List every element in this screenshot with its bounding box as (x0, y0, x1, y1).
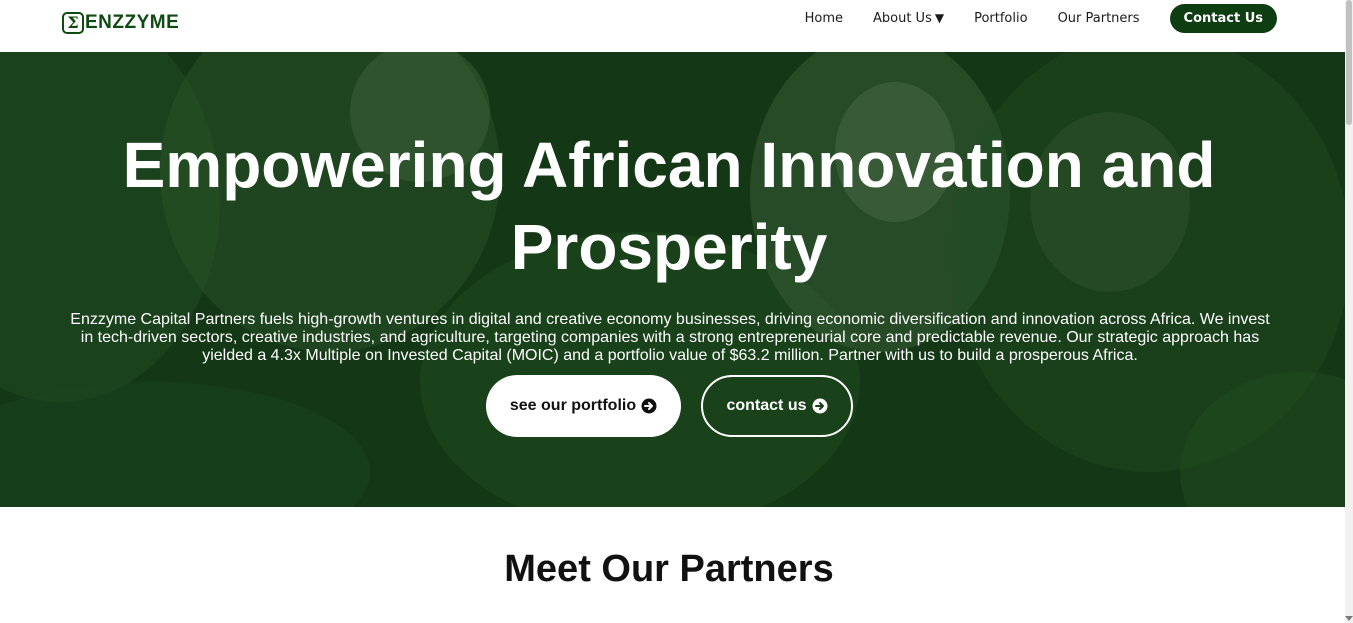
contact-us-button[interactable]: contact us (701, 375, 853, 437)
arrow-circle-right-icon (641, 398, 657, 414)
page: Σ ENZZYME Home About Us ▼ Portfolio Our P… (0, 0, 1353, 623)
nav-home-link[interactable]: Home (805, 11, 843, 26)
page-scrollbar[interactable] (1345, 0, 1353, 623)
scroll-down-arrow-icon[interactable] (1345, 616, 1353, 621)
nav-portfolio-link[interactable]: Portfolio (974, 11, 1027, 26)
nav-contact-button[interactable]: Contact Us (1169, 4, 1277, 33)
main-nav: Home About Us ▼ Portfolio Our Partners Co… (775, 4, 1277, 33)
contact-us-label: contact us (726, 397, 807, 414)
nav-partners-link[interactable]: Our Partners (1058, 11, 1140, 26)
see-portfolio-button[interactable]: see our portfolio (486, 375, 681, 437)
caret-down-icon: ▼ (934, 11, 945, 25)
scrollbar-thumb[interactable] (1346, 0, 1352, 125)
nav-about-label: About Us (872, 11, 932, 26)
site-header: Σ ENZZYME Home About Us ▼ Portfolio Our P… (0, 0, 1345, 52)
sigma-logo-icon: Σ (62, 12, 84, 34)
hero-description: Enzzyme Capital Partners fuels high-grow… (70, 311, 1270, 364)
arrow-circle-right-icon (812, 398, 827, 414)
logo[interactable]: Σ ENZZYME (62, 10, 179, 36)
hero-section: Empowering African Innovation and Prospe… (0, 52, 1345, 507)
partners-section-title: Meet Our Partners (504, 548, 834, 590)
see-portfolio-label: see our portfolio (509, 397, 637, 414)
nav-about-link[interactable]: About Us ▼ (873, 11, 944, 26)
hero-title: Empowering African Innovation and Prospe… (122, 129, 1216, 283)
logo-text: ENZZYME (85, 12, 180, 33)
